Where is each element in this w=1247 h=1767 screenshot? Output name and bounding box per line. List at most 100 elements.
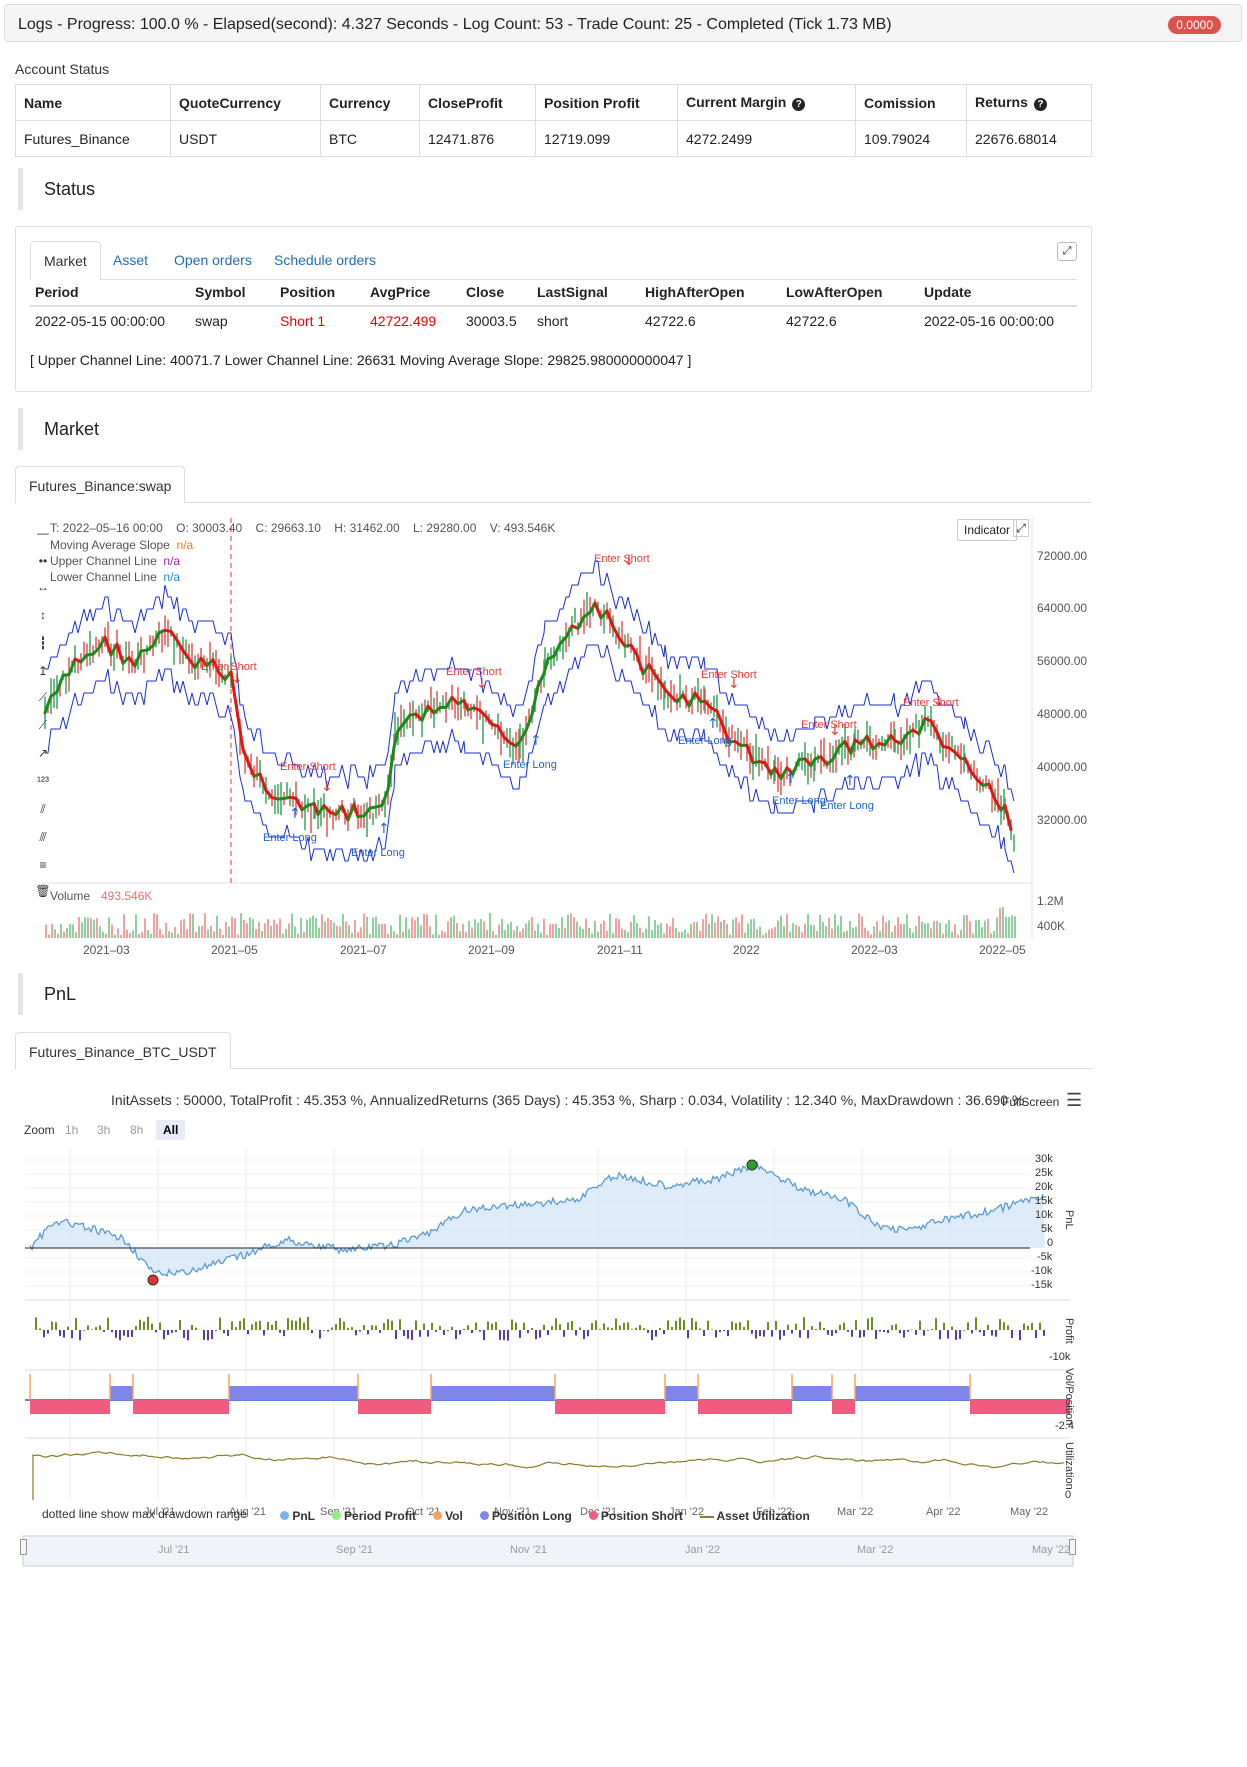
- legend-position-long[interactable]: Position Long: [479, 1509, 572, 1523]
- date-tick: 2022–03: [851, 943, 898, 957]
- volume-bar: [345, 921, 347, 938]
- legend-vol[interactable]: Vol: [432, 1509, 463, 1523]
- volume-bar: [699, 931, 701, 938]
- indicator-button[interactable]: Indicator: [957, 519, 1018, 541]
- volume-bar: [978, 919, 980, 938]
- col-lastsignal: LastSignal: [537, 283, 608, 300]
- volume-bar: [189, 913, 191, 938]
- volume-bar: [912, 932, 914, 938]
- volume-bar: [114, 934, 116, 938]
- volume-bar: [258, 921, 260, 938]
- legend-pnl[interactable]: PnL: [280, 1509, 315, 1523]
- profit-bar: [467, 1325, 469, 1330]
- indicator-name: Moving Average Slope: [50, 538, 170, 552]
- moving-average-segment: [647, 663, 657, 677]
- range-tool-icon[interactable]: ↥: [35, 663, 51, 679]
- pnl-chart[interactable]: InitAssets : 50000, TotalProfit : 45.353…: [15, 1080, 1092, 1767]
- volume-bar: [306, 919, 308, 938]
- legend-asset-utilization[interactable]: Asset Utilization: [699, 1509, 810, 1523]
- volume-bar: [348, 925, 350, 938]
- zoom-8h-button[interactable]: 8h: [123, 1120, 150, 1140]
- col-position: Position: [280, 283, 336, 300]
- volume-bar: [405, 917, 407, 938]
- zoom-1h-button[interactable]: 1h: [58, 1120, 85, 1140]
- position-long-bar: [855, 1386, 970, 1400]
- moving-average-segment: [785, 766, 795, 776]
- trash-icon[interactable]: 🗑: [35, 883, 51, 899]
- volume-bar: [381, 923, 383, 938]
- col-returns: Returns?: [966, 84, 1092, 121]
- tab-open-orders[interactable]: Open orders: [174, 252, 252, 268]
- volume-bar: [867, 930, 869, 938]
- profit-bar: [311, 1330, 313, 1334]
- col-name: Name: [15, 84, 171, 121]
- profit-bar: [875, 1330, 877, 1339]
- moving-average-segment: [223, 670, 233, 682]
- position-long-bar: [431, 1386, 555, 1400]
- profit-bar: [619, 1325, 621, 1330]
- volume-bar: [390, 925, 392, 938]
- profit-bar: [475, 1322, 477, 1330]
- parallel-channel-icon[interactable]: ⫽: [35, 801, 51, 817]
- navigator-left-handle[interactable]: [20, 1539, 27, 1555]
- tab-futures-binance-swap[interactable]: Futures_Binance:swap: [15, 466, 186, 503]
- zoom-3h-button[interactable]: 3h: [90, 1120, 117, 1140]
- cell-position: Short 1: [280, 312, 326, 329]
- tab-asset[interactable]: Asset: [113, 252, 148, 268]
- moving-average-segment: [392, 729, 400, 749]
- vertical-line-icon[interactable]: ↕: [35, 607, 51, 623]
- volume-bar: [552, 924, 554, 938]
- price-tick: 40000.00: [1037, 760, 1088, 774]
- profit-bar: [1019, 1330, 1021, 1341]
- legend-period-profit[interactable]: Period Profit: [331, 1509, 416, 1523]
- volume-bar: [1014, 916, 1016, 938]
- legend-position-short[interactable]: Position Short: [588, 1509, 683, 1523]
- profit-bar: [123, 1330, 125, 1336]
- profit-bar: [555, 1318, 557, 1330]
- candlestick-chart[interactable]: — •• ↔ ↕ ┇ ↥ ⟋ ⟋ ↗ ¹²³ ⫽ ⫻ ≡ 🗑 T: 2022–0…: [15, 513, 1092, 963]
- tab-market[interactable]: Market: [30, 241, 101, 281]
- navigator-right-handle[interactable]: [1069, 1539, 1076, 1555]
- volume-bar: [705, 913, 707, 938]
- menu-icon[interactable]: ☰: [1066, 1090, 1082, 1111]
- profit-bar: [447, 1330, 449, 1331]
- fib-tool-icon[interactable]: ⫻: [35, 829, 51, 845]
- moving-average-segment: [246, 760, 256, 778]
- line-tool-icon[interactable]: ••: [35, 553, 51, 569]
- volume-bar: [732, 919, 734, 938]
- moving-average-segment: [241, 747, 250, 764]
- diagonal-tool-icon[interactable]: ⟋: [35, 717, 51, 733]
- volume-bar: [888, 920, 890, 938]
- volume-bar: [87, 917, 89, 938]
- crosshair-tool-icon[interactable]: —: [35, 525, 51, 541]
- volume-bar: [489, 913, 491, 938]
- col-lowafteropen: LowAfterOpen: [786, 283, 883, 300]
- profit-bar: [751, 1330, 753, 1334]
- volume-bar: [516, 925, 518, 938]
- profit-bar: [227, 1330, 229, 1336]
- trend-line-icon[interactable]: ⟋: [35, 689, 51, 705]
- profit-bar: [739, 1322, 741, 1330]
- profit-bar: [703, 1330, 705, 1337]
- volume-bar: [567, 914, 569, 938]
- profit-bar: [855, 1320, 857, 1330]
- fullscreen-icon[interactable]: ⤢: [1013, 519, 1029, 537]
- ray-tool-icon[interactable]: ↔: [35, 579, 51, 595]
- volume-bar: [915, 926, 917, 938]
- grid-lines-icon[interactable]: ≡: [35, 857, 51, 873]
- moving-average-segment: [346, 802, 356, 822]
- vertical-segment-icon[interactable]: ┇: [35, 635, 51, 651]
- moving-average-segment: [703, 699, 713, 710]
- help-icon[interactable]: ?: [1033, 98, 1047, 111]
- month-tick: Mar '22: [837, 1506, 874, 1518]
- price-label-icon[interactable]: ¹²³: [35, 773, 51, 789]
- volume-bar: [981, 927, 983, 938]
- tab-schedule-orders[interactable]: Schedule orders: [274, 252, 376, 268]
- arrow-tool-icon[interactable]: ↗: [35, 745, 51, 761]
- tab-futures-binance-btc-usdt[interactable]: Futures_Binance_BTC_USDT: [15, 1032, 231, 1069]
- help-icon[interactable]: ?: [792, 98, 806, 111]
- volume-bar: [66, 927, 68, 938]
- expand-icon[interactable]: ⤢: [1057, 242, 1077, 261]
- zoom-all-button[interactable]: All: [156, 1120, 186, 1140]
- fullscreen-link[interactable]: FullScreen: [1002, 1095, 1059, 1109]
